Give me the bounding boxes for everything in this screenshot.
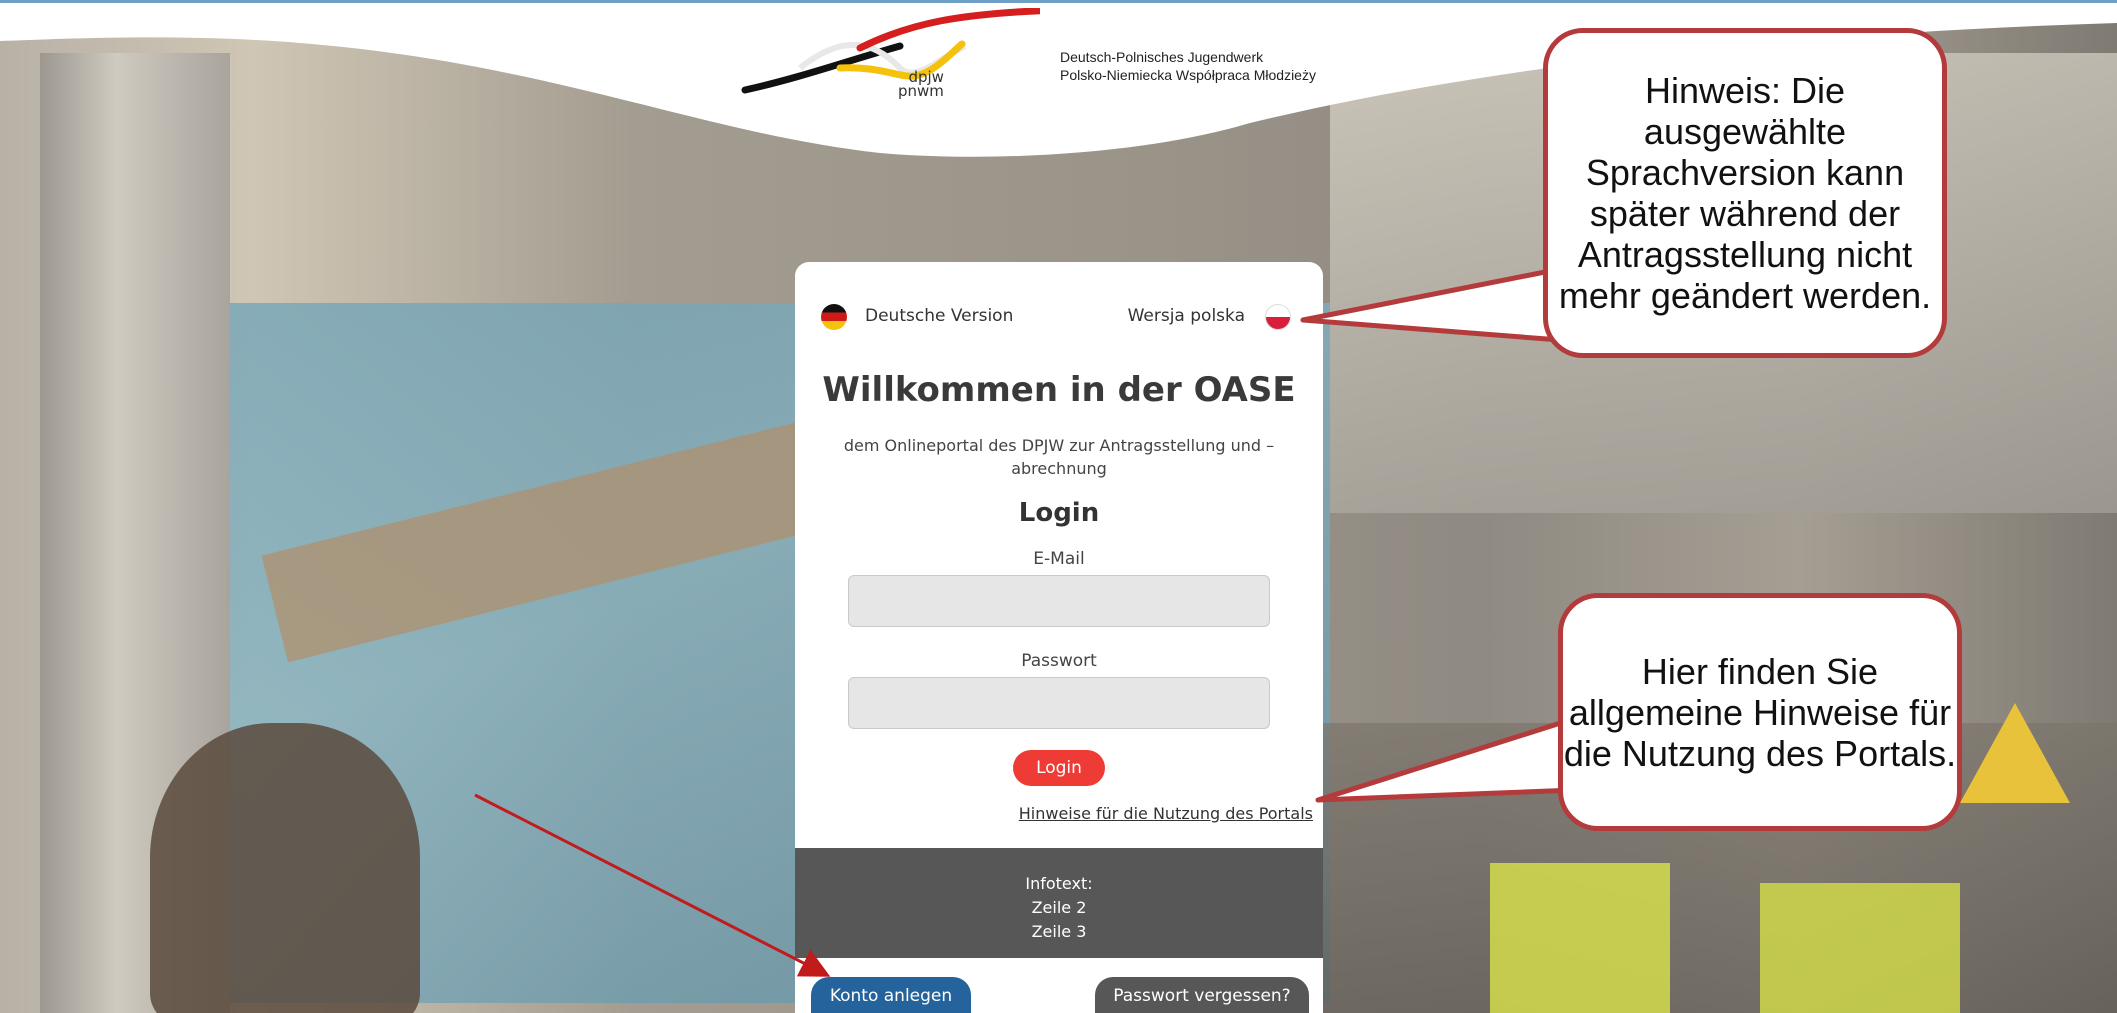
language-selector: Deutsche Version Wersja polska — [821, 302, 1291, 332]
polish-version-link[interactable]: Wersja polska — [1128, 306, 1245, 326]
logo-name-de: Deutsch-Polnisches Jugendwerk — [1060, 49, 1264, 65]
info-box: Infotext: Zeile 2 Zeile 3 — [795, 848, 1323, 958]
welcome-title: Willkommen in der OASE — [822, 370, 1296, 410]
portal-hints-link[interactable]: Hinweise für die Nutzung des Portals — [1019, 804, 1313, 823]
create-account-button[interactable]: Konto anlegen — [811, 977, 971, 1013]
login-button[interactable]: Login — [1013, 750, 1105, 786]
info-line: Infotext: — [1025, 874, 1093, 893]
email-field[interactable] — [848, 575, 1270, 627]
login-card: Deutsche Version Wersja polska Willkomme… — [795, 262, 1323, 1013]
portal-hint-callout: Hier finden Sie allgemeine Hinweise für … — [1558, 593, 1962, 831]
german-flag-icon[interactable] — [821, 304, 847, 330]
welcome-subtitle: dem Onlineportal des DPJW zur Antragsste… — [843, 436, 1275, 478]
login-heading: Login — [1018, 498, 1100, 528]
password-label: Passwort — [1021, 651, 1097, 671]
logo-abbreviation: dpjw pnwm — [898, 70, 944, 100]
logo-swoosh-icon — [741, 8, 1040, 94]
dpjw-logo[interactable]: dpjw pnwm Deutsch-Polnisches Jugendwerk … — [740, 8, 1380, 108]
logo-abbr-pl: pnwm — [898, 82, 944, 100]
info-line: Zeile 3 — [1031, 922, 1087, 941]
email-label: E-Mail — [1033, 549, 1085, 569]
info-line: Zeile 2 — [1031, 898, 1087, 917]
bg-safety-vest — [1490, 863, 1670, 1013]
polish-flag-icon[interactable] — [1265, 304, 1291, 330]
logo-organisation-name: Deutsch-Polnisches Jugendwerk Polsko-Nie… — [1060, 48, 1316, 84]
german-version-link[interactable]: Deutsche Version — [865, 306, 1013, 326]
bg-safety-vest — [1760, 883, 1960, 1013]
language-hint-callout: Hinweis: Die ausgewählte Sprachversion k… — [1543, 28, 1947, 358]
forgot-password-button[interactable]: Passwort vergessen? — [1095, 977, 1309, 1013]
bg-person-head — [150, 723, 420, 1013]
password-field[interactable] — [848, 677, 1270, 729]
logo-name-pl: Polsko-Niemiecka Współpraca Młodzieży — [1060, 67, 1316, 83]
